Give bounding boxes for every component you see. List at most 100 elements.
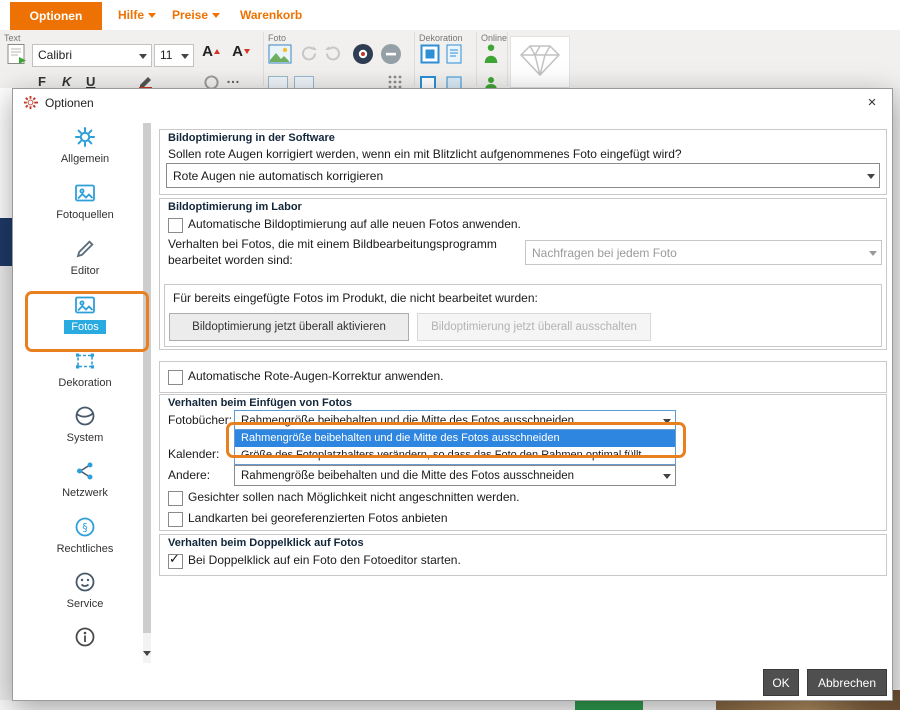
rotate-right-icon[interactable] (324, 45, 342, 68)
italic-button[interactable]: K (62, 74, 71, 89)
existing-photos-box: Für bereits eingefügte Fotos im Produkt,… (164, 284, 882, 347)
maps-checkbox[interactable] (168, 512, 183, 527)
sidebar-item-netzwerk[interactable]: Netzwerk (29, 459, 141, 501)
dropdown-option[interactable]: Größe des Fotoplatzhalters verändern, so… (235, 447, 675, 464)
group-redeye-correction: Automatische Rote-Augen-Korrektur anwend… (159, 361, 887, 393)
close-icon[interactable]: × (864, 94, 880, 110)
chevron-down-icon (212, 13, 220, 22)
bold-button[interactable]: F (38, 74, 46, 89)
ok-button[interactable]: OK (763, 669, 799, 696)
redeye-correction-checkbox[interactable] (168, 370, 183, 385)
menu-item-hilfe[interactable]: Hilfe (118, 0, 156, 30)
fotobuecher-dropdown-list: Rahmengröße beibehalten und die Mitte de… (234, 429, 676, 465)
selected-value: Nachfragen bei jedem Foto (532, 246, 677, 260)
arrow-up-icon (214, 46, 220, 54)
selected-value: Rote Augen nie automatisch korrigieren (173, 169, 383, 183)
options-dialog: Optionen × Allgemein Fotoquellen Editor … (12, 88, 893, 701)
faces-checkbox-label: Gesichter sollen nach Möglichkeit nicht … (188, 490, 520, 504)
sidebar-item-fotoquellen[interactable]: Fotoquellen (29, 181, 141, 223)
group-title: Verhalten beim Einfügen von Fotos (168, 397, 352, 409)
kalender-label: Kalender: (168, 447, 219, 461)
paragraph-icon: § (73, 515, 97, 539)
group-title: Bildoptimierung in der Software (168, 132, 335, 144)
sidebar-item-label: Rechtliches (57, 542, 114, 556)
activate-optimization-button[interactable]: Bildoptimierung jetzt überall aktivieren (169, 313, 409, 341)
photo-icon (73, 181, 97, 205)
arrow-down-icon (244, 49, 250, 57)
selected-value: Rahmengröße beibehalten und die Mitte de… (241, 470, 574, 482)
decoration-frame-icon[interactable] (420, 44, 440, 69)
menu-item-label: Preise (172, 8, 208, 22)
sidebar-item-info[interactable] (29, 625, 141, 649)
ribbon-group-label-dekoration: Dekoration (419, 33, 463, 43)
sidebar-item-dekoration[interactable]: Dekoration (29, 349, 141, 391)
bottom-green-block (575, 700, 643, 710)
sidebar-item-allgemein[interactable]: Allgemein (29, 125, 141, 167)
sidebar-item-editor[interactable]: Editor (29, 237, 141, 279)
sidebar-item-label: Dekoration (58, 376, 111, 390)
font-family-select[interactable]: Calibri (32, 44, 152, 67)
sidebar-item-label: Fotoquellen (56, 208, 114, 222)
ribbon-separator (414, 32, 415, 86)
online-person-icon[interactable] (482, 42, 500, 71)
font-size-select[interactable]: 11 (154, 44, 194, 67)
menu-item-preise[interactable]: Preise (172, 0, 220, 30)
cancel-button[interactable]: Abbrechen (807, 669, 887, 696)
dialog-title: Optionen (45, 96, 94, 110)
ribbon-group-label-text: Text (4, 33, 21, 43)
font-family-value: Calibri (38, 48, 72, 62)
sidebar-item-service[interactable]: Service (29, 570, 141, 612)
sidebar-item-rechtliches[interactable]: § Rechtliches (29, 515, 141, 557)
menu-item-label: Warenkorb (240, 8, 302, 22)
photo-icon[interactable] (268, 44, 292, 69)
faces-checkbox[interactable] (168, 491, 183, 506)
chevron-down-icon (148, 13, 156, 22)
andere-select[interactable]: Rahmengröße beibehalten und die Mitte de… (234, 465, 676, 486)
rotate-left-icon[interactable] (300, 45, 318, 68)
decrease-font-button[interactable]: A (228, 43, 254, 67)
auto-optimization-checkbox[interactable] (168, 218, 183, 233)
scrollbar-thumb[interactable] (143, 123, 151, 633)
left-edge-navy-block (0, 218, 12, 266)
remove-circle-icon[interactable] (380, 43, 402, 70)
more-options-icon[interactable]: … (226, 70, 240, 86)
arrow-down-icon (143, 651, 151, 660)
svg-text:§: § (82, 521, 88, 534)
scrollbar-down-button[interactable] (143, 649, 151, 661)
chevron-down-icon (663, 474, 671, 483)
ribbon-separator (507, 32, 508, 86)
tab-optionen[interactable]: Optionen (10, 2, 102, 30)
sidebar-item-label: Editor (71, 264, 100, 278)
red-eye-tool-icon[interactable] (352, 43, 374, 70)
group-insert-behavior: Verhalten beim Einfügen von Fotos Fotobü… (159, 394, 887, 531)
edited-photos-select[interactable]: Nachfragen bei jedem Foto (525, 240, 882, 265)
smiley-icon (73, 570, 97, 594)
deactivate-optimization-button[interactable]: Bildoptimierung jetzt überall ausschalte… (417, 313, 651, 341)
network-icon (73, 459, 97, 483)
text-frame-icon[interactable] (6, 43, 28, 70)
sidebar-item-system[interactable]: System (29, 404, 141, 446)
increase-font-button[interactable]: A (198, 43, 224, 67)
letter-a: A (202, 43, 213, 60)
decoration-page-icon[interactable] (446, 44, 464, 69)
fotobuecher-label: Fotobücher: (168, 413, 232, 427)
diamond-icon (518, 43, 562, 79)
doubleclick-editor-label: Bei Doppelklick auf ein Foto den Fotoedi… (188, 553, 461, 567)
menu-bar: Optionen Hilfe Preise Warenkorb (0, 0, 900, 31)
veredelung-panel[interactable] (510, 36, 570, 88)
underline-button[interactable]: U (86, 74, 95, 89)
dropdown-option-selected[interactable]: Rahmengröße beibehalten und die Mitte de… (235, 430, 675, 447)
existing-photos-label: Für bereits eingefügte Fotos im Produkt,… (173, 291, 538, 305)
left-edge-gray-strip (0, 266, 12, 700)
menu-item-warenkorb[interactable]: Warenkorb (240, 0, 302, 30)
andere-label: Andere: (168, 468, 210, 482)
redeye-behavior-select[interactable]: Rote Augen nie automatisch korrigieren (166, 163, 880, 188)
sidebar-scrollbar[interactable] (143, 123, 151, 663)
chevron-down-icon (663, 419, 671, 428)
sidebar-item-fotos[interactable]: Fotos (29, 293, 141, 335)
sidebar-item-label: System (67, 431, 104, 445)
fotobuecher-select[interactable]: Rahmengröße beibehalten und die Mitte de… (234, 410, 676, 431)
letter-a: A (232, 43, 243, 60)
pencil-icon (73, 237, 97, 261)
doubleclick-editor-checkbox[interactable] (168, 554, 183, 569)
